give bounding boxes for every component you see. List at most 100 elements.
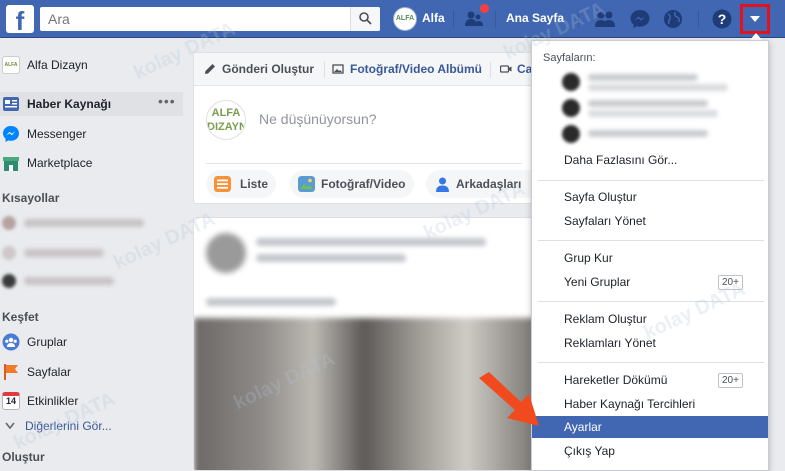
create-header: Oluştur bbox=[2, 450, 45, 464]
profile-avatar[interactable]: ALFA bbox=[393, 7, 417, 31]
divider bbox=[324, 62, 325, 78]
menu-item-new-groups[interactable]: Yeni Gruplar 20+ bbox=[532, 271, 768, 293]
divider bbox=[453, 10, 454, 28]
globe-notifications-icon[interactable] bbox=[662, 8, 684, 30]
page-item[interactable] bbox=[562, 97, 742, 119]
menu-item-label: Yeni Gruplar bbox=[564, 275, 631, 289]
menu-item-logout[interactable]: Çıkış Yap bbox=[532, 440, 768, 462]
menu-item-label: Çıkış Yap bbox=[564, 444, 615, 458]
chevron-down-icon bbox=[750, 16, 760, 22]
groups-icon bbox=[2, 333, 20, 351]
menu-item-label: Grup Kur bbox=[564, 251, 613, 265]
messenger-icon[interactable] bbox=[629, 8, 651, 30]
calendar-icon: 14 bbox=[2, 392, 20, 410]
divider bbox=[538, 301, 764, 302]
avatar bbox=[206, 233, 246, 273]
post-composer: Gönderi Oluştur Fotoğraf/Video Albümü Ca… bbox=[193, 52, 546, 204]
menu-item-label: Reklamları Yönet bbox=[564, 336, 656, 350]
your-pages-header: Sayfaların: bbox=[543, 52, 596, 64]
shortcuts-header: Kısayollar bbox=[2, 191, 60, 205]
menu-item-news-feed-preferences[interactable]: Haber Kaynağı Tercihleri bbox=[532, 393, 768, 415]
sidebar-item-marketplace[interactable]: Marketplace bbox=[0, 151, 183, 175]
home-link[interactable]: Ana Sayfa bbox=[506, 11, 564, 25]
menu-item-label: Sayfaları Yönet bbox=[564, 214, 646, 228]
shortcut-item[interactable] bbox=[2, 216, 152, 230]
count-badge: 20+ bbox=[718, 373, 743, 388]
chevron-down-icon bbox=[5, 422, 15, 430]
menu-item-create-page[interactable]: Sayfa Oluştur bbox=[532, 186, 768, 208]
tab-photo-album[interactable]: Fotoğraf/Video Albümü bbox=[350, 62, 482, 76]
sidebar-item-label: Etkinlikler bbox=[27, 394, 79, 408]
sidebar-item-events[interactable]: 14 Etkinlikler bbox=[0, 389, 183, 413]
avatar: ALFA bbox=[2, 56, 20, 74]
more-options-button[interactable]: ••• bbox=[158, 93, 176, 109]
profile-name-link[interactable]: Alfa bbox=[422, 11, 445, 25]
sidebar-profile[interactable]: ALFA Alfa Dizayn bbox=[0, 53, 183, 77]
list-button[interactable]: Liste bbox=[206, 170, 276, 198]
status-input[interactable]: Ne düşünüyorsun? bbox=[259, 111, 377, 127]
sidebar-item-label: Messenger bbox=[27, 127, 87, 141]
divider bbox=[578, 10, 579, 28]
menu-item-create-ad[interactable]: Reklam Oluştur bbox=[532, 308, 768, 330]
top-navigation-bar: f ALFA Alfa Ana Sayfa ? bbox=[0, 0, 785, 38]
left-sidebar: ALFA Alfa Dizayn Haber Kaynağı ••• Messe… bbox=[0, 38, 185, 471]
sidebar-item-news-feed[interactable]: Haber Kaynağı ••• bbox=[0, 92, 183, 116]
pages-flag-icon bbox=[4, 364, 18, 380]
sidebar-item-label: Sayfalar bbox=[27, 365, 72, 379]
page-item[interactable] bbox=[562, 123, 742, 145]
post-header-blurred bbox=[256, 238, 486, 246]
menu-item-manage-ads[interactable]: Reklamları Yönet bbox=[532, 332, 768, 354]
page-item[interactable] bbox=[562, 71, 742, 93]
facebook-logo[interactable]: f bbox=[6, 5, 34, 33]
pencil-icon bbox=[205, 64, 215, 74]
divider bbox=[495, 10, 496, 28]
notification-dot bbox=[480, 4, 489, 13]
photo-icon bbox=[298, 176, 315, 192]
help-icon[interactable]: ? bbox=[711, 8, 733, 30]
divider bbox=[698, 10, 699, 28]
avatar: ALFA DIZAYN bbox=[206, 100, 246, 140]
photo-video-button[interactable]: Fotoğraf/Video bbox=[290, 170, 414, 198]
list-label: Liste bbox=[240, 177, 269, 191]
tag-friends-icon bbox=[436, 177, 449, 192]
friend-requests-icon[interactable] bbox=[594, 8, 616, 30]
count-badge: 20+ bbox=[718, 275, 743, 290]
search-button[interactable] bbox=[350, 7, 380, 31]
menu-item-label: Sayfa Oluştur bbox=[564, 190, 637, 204]
menu-item-label: Hareketler Dökümü bbox=[564, 373, 668, 387]
video-camera-icon bbox=[500, 65, 512, 73]
svg-text:?: ? bbox=[718, 11, 727, 27]
menu-item-label: Reklam Oluştur bbox=[564, 312, 647, 326]
menu-item-label: Haber Kaynağı Tercihleri bbox=[564, 397, 696, 411]
marketplace-icon bbox=[3, 157, 19, 171]
menu-item-manage-pages[interactable]: Sayfaları Yönet bbox=[532, 210, 768, 232]
tag-friends-label: Arkadaşları bbox=[456, 177, 522, 191]
shortcut-item[interactable] bbox=[2, 246, 152, 260]
see-more-pages[interactable]: Daha Fazlasını Gör... bbox=[532, 149, 768, 171]
sidebar-item-messenger[interactable]: Messenger bbox=[0, 122, 183, 146]
composer-tabs: Gönderi Oluştur Fotoğraf/Video Albümü Ca bbox=[194, 53, 532, 86]
red-arrow-annotation bbox=[479, 372, 539, 426]
menu-item-settings[interactable]: Ayarlar bbox=[532, 416, 768, 438]
account-menu-button[interactable] bbox=[740, 4, 770, 34]
menu-item-activity-log[interactable]: Hareketler Dökümü 20+ bbox=[532, 369, 768, 391]
messenger-icon bbox=[3, 126, 19, 142]
news-feed-icon bbox=[3, 97, 19, 111]
menu-item-create-group[interactable]: Grup Kur bbox=[532, 247, 768, 269]
shortcut-item[interactable] bbox=[2, 274, 152, 288]
see-more-link[interactable]: Diğerlerini Gör... bbox=[25, 419, 112, 433]
divider bbox=[538, 240, 764, 241]
menu-item-label: Ayarlar bbox=[564, 420, 602, 434]
album-icon bbox=[332, 64, 344, 74]
sidebar-item-pages[interactable]: Sayfalar bbox=[0, 360, 183, 384]
divider bbox=[538, 362, 764, 363]
search-input[interactable] bbox=[40, 7, 380, 31]
search-icon bbox=[359, 12, 372, 25]
sidebar-item-groups[interactable]: Gruplar bbox=[0, 330, 183, 354]
sidebar-item-label: Marketplace bbox=[27, 156, 93, 170]
divider bbox=[490, 62, 491, 78]
tab-create-post[interactable]: Gönderi Oluştur bbox=[222, 62, 314, 76]
divider bbox=[538, 180, 764, 181]
divider bbox=[206, 163, 522, 164]
tag-friends-button[interactable]: Arkadaşları bbox=[426, 170, 546, 198]
